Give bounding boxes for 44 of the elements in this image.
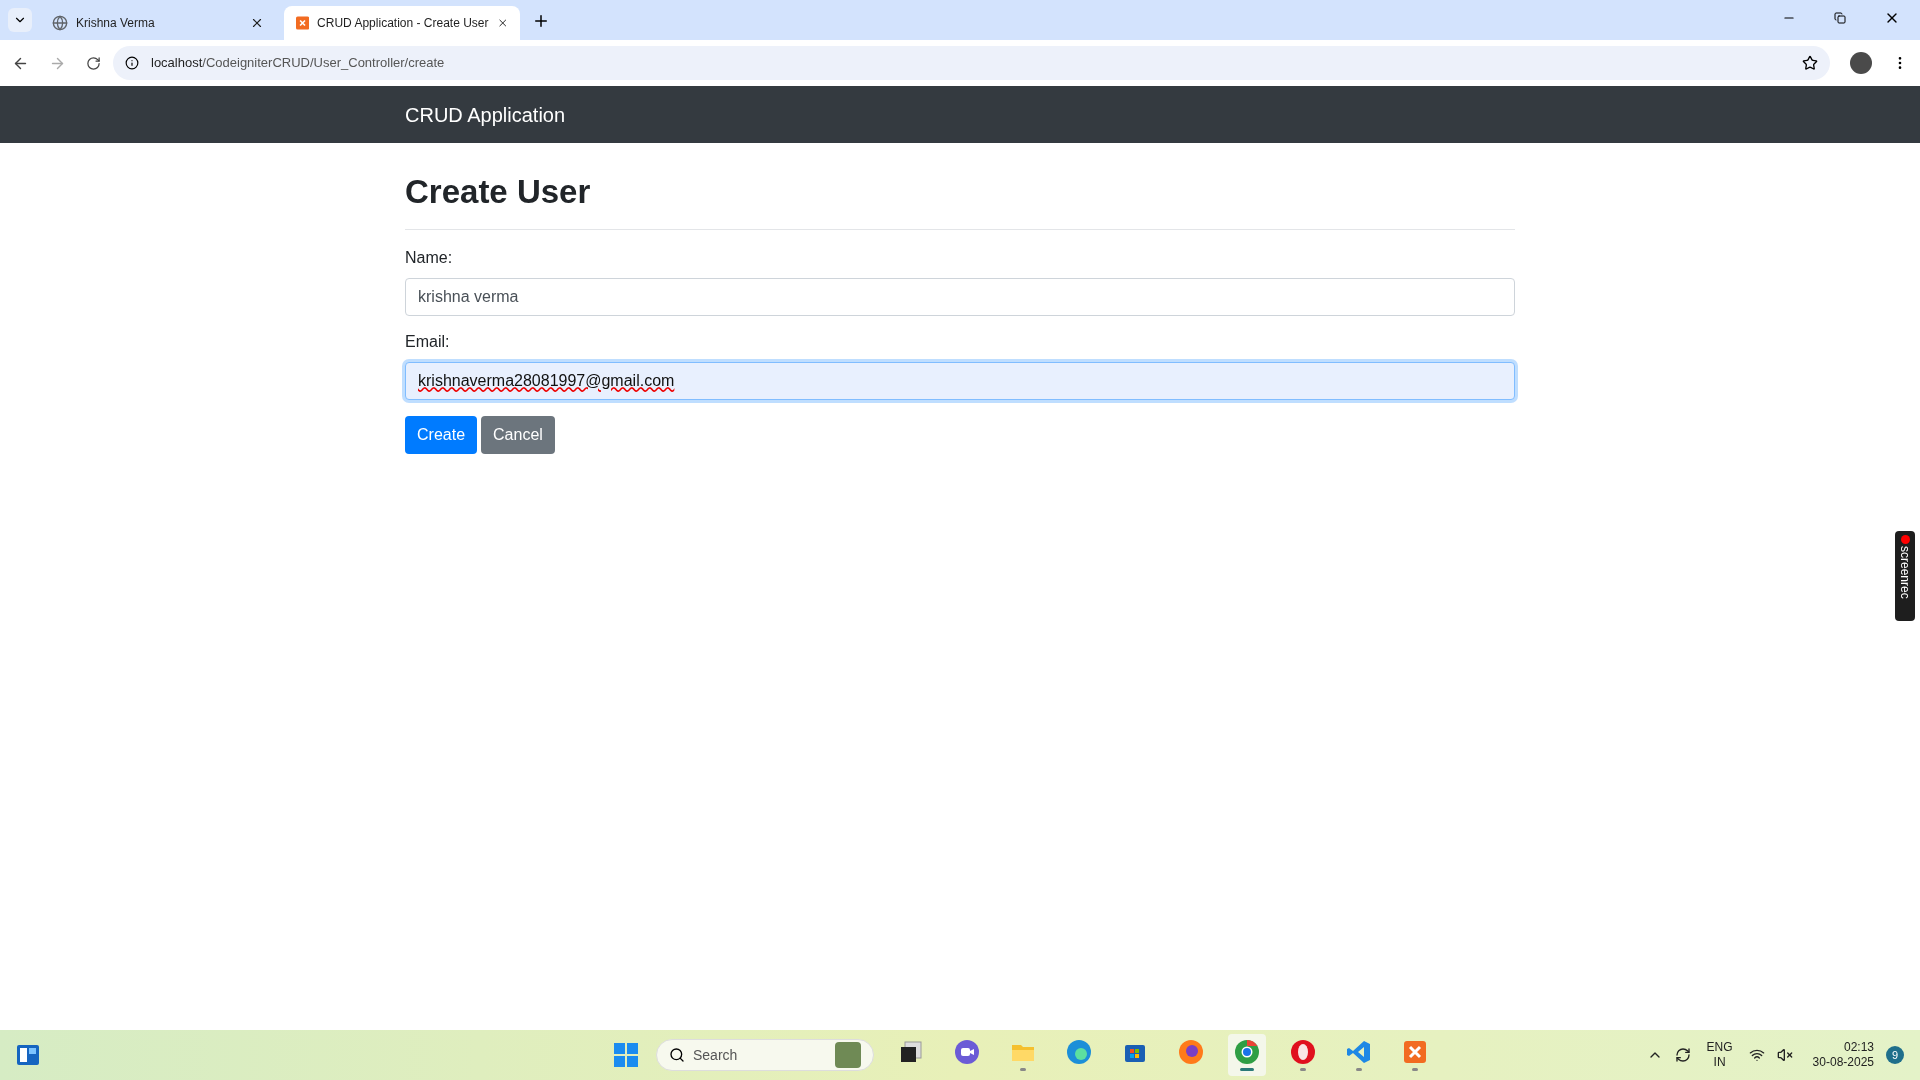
field-label: Email:: [405, 331, 451, 352]
clock[interactable]: 02:13 30-08-2025: [1812, 1040, 1874, 1070]
url-text: localhost/CodeigniterCRUD/User_Controller/create: [151, 54, 446, 73]
tab-title: Krishna Verma: [76, 15, 156, 32]
tab-title: CRUD Application - Create User: [317, 15, 489, 32]
reload-icon[interactable]: [86, 55, 101, 71]
close-icon[interactable]: [250, 16, 264, 30]
language-indicator[interactable]: ENG IN: [1702, 1040, 1737, 1070]
muted-speaker-icon[interactable]: [1776, 1047, 1793, 1063]
profile-avatar[interactable]: [1850, 52, 1872, 74]
form-button[interactable]: Create: [405, 415, 478, 454]
app-logo-icon: [296, 15, 310, 31]
ring-icon: [1290, 1039, 1316, 1065]
chevron-logo-icon: [1346, 1039, 1372, 1065]
globe-icon: [52, 15, 68, 31]
text-field[interactable]: krishna verma: [405, 277, 1515, 316]
recorder-label: screenrec: [1897, 546, 1913, 599]
widgets-icon[interactable]: [16, 1043, 40, 1067]
restore-icon[interactable]: [1834, 12, 1846, 24]
square-logo-icon: [1402, 1039, 1428, 1065]
page-heading: Create User: [405, 167, 1515, 230]
windows-start-icon[interactable]: [614, 1043, 638, 1067]
search-box[interactable]: Search: [656, 1039, 874, 1071]
recorder-widget[interactable]: screenrec: [1895, 531, 1915, 621]
form-button[interactable]: Cancel: [481, 415, 555, 454]
browser-tab[interactable]: Krishna Verma: [40, 6, 276, 40]
field-label: Name:: [405, 247, 454, 268]
bookmark-star-icon[interactable]: [1802, 55, 1818, 71]
navbar-brand[interactable]: CRUD Application: [405, 103, 566, 126]
new-tab-icon[interactable]: [532, 12, 550, 30]
search-placeholder: Search: [693, 1045, 739, 1065]
address-bar[interactable]: localhost/CodeigniterCRUD/User_Controller/create: [113, 46, 1830, 80]
sync-icon[interactable]: [1674, 1047, 1691, 1063]
info-icon[interactable]: [125, 56, 139, 70]
text-field[interactable]: krishnaverma28081997@gmail.com: [405, 361, 1515, 400]
circle-icon: [1234, 1039, 1260, 1065]
browser-tab[interactable]: CRUD Application - Create User: [284, 6, 520, 40]
wifi-icon[interactable]: [1748, 1047, 1765, 1063]
search-icon: [669, 1047, 685, 1063]
video-bubble-icon: [954, 1039, 980, 1065]
tab-list-button[interactable]: [8, 8, 32, 32]
windows-stack-icon: [898, 1039, 924, 1065]
close-icon[interactable]: [496, 16, 508, 30]
notification-badge[interactable]: 9: [1886, 1046, 1904, 1064]
